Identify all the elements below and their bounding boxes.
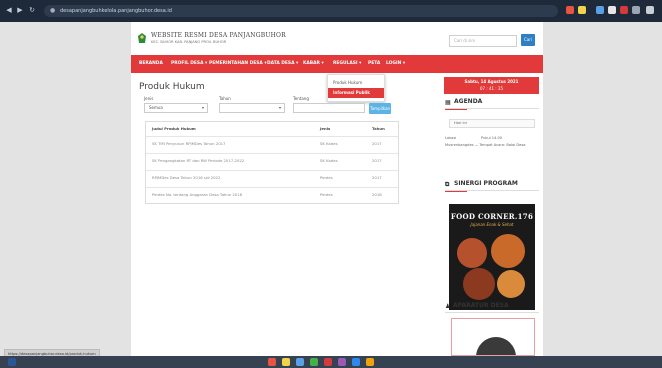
app-icon[interactable] xyxy=(268,358,276,366)
menu-icon[interactable] xyxy=(646,6,654,14)
extension-icon[interactable] xyxy=(620,6,628,14)
table-cell-judul[interactable]: SK TIM Penyusun RPJMDes Tahun 2017 xyxy=(152,137,225,151)
table-cell-tahun: 2017 xyxy=(372,175,382,180)
tahun-select[interactable]: ▾ xyxy=(219,103,285,113)
main-menu: BERANDA PROFIL DESA ▾ PEMERINTAHAN DESA … xyxy=(131,55,543,73)
heading-accent xyxy=(445,191,467,192)
app-icon[interactable] xyxy=(296,358,304,366)
column-header-jenis[interactable]: Jenis xyxy=(320,122,330,136)
agenda-time: Pukul 14.00 xyxy=(481,136,503,140)
browser-toolbar: ◀ ▶ ↻ ● desapanjangbuhkelola.panjangbuho… xyxy=(0,0,662,22)
sinergi-promo-banner[interactable]: FOOD CORNER.176 Jajanan Enak & Sehat xyxy=(449,204,535,310)
agenda-tab[interactable]: Hari ini xyxy=(449,119,535,128)
web-page: WEBSITE RESMI DESA PANJANGBUHOR KEC. BUH… xyxy=(131,22,543,356)
filter-tentang-label: Tentang xyxy=(293,96,309,101)
app-icon[interactable] xyxy=(366,358,374,366)
url-text: desapanjangbuhkelola.panjangbuhor.desa.i… xyxy=(60,8,172,14)
menu-item-login[interactable]: LOGIN ▾ xyxy=(386,55,405,73)
jenis-select-value: Semua xyxy=(149,105,163,110)
promo-title: FOOD CORNER.176 xyxy=(450,212,534,221)
lock-icon: ● xyxy=(50,7,56,14)
arrow-right-icon[interactable]: ▶ xyxy=(15,5,25,15)
aparatur-heading: APARATUR DESA xyxy=(453,302,509,309)
produk-hukum-table: Judul Produk Hukum Jenis Tahun SK TIM Pe… xyxy=(145,121,399,204)
app-icon[interactable] xyxy=(310,358,318,366)
filter-tahun-label: Tahun xyxy=(219,96,231,101)
dropdown-item-informasi-publik[interactable]: Informasi Publik xyxy=(328,88,384,98)
chevron-down-icon: ▾ xyxy=(201,105,204,110)
extension-icon[interactable] xyxy=(596,6,604,14)
app-icon[interactable] xyxy=(282,358,290,366)
table-cell-jenis: SK Kades xyxy=(320,158,338,163)
user-icon: ♟ xyxy=(445,303,451,310)
search-input[interactable]: Cari di sini xyxy=(449,35,517,47)
menu-item-regulasi[interactable]: REGULASI ▾ xyxy=(333,55,361,73)
site-subtitle: KEC. BUHOR KAB. PANJANG PROV. BUHOR xyxy=(151,40,227,44)
app-icon[interactable] xyxy=(324,358,332,366)
filter-jenis-label: Jenis xyxy=(144,96,154,101)
heading-accent xyxy=(445,109,467,110)
menu-item-kabar[interactable]: KABAR ▾ xyxy=(303,55,324,73)
profile-icon[interactable] xyxy=(632,6,640,14)
table-cell-tahun: 2017 xyxy=(372,141,382,146)
table-cell-judul[interactable]: SK Pengangkatan RT dan RW Periode 2017-2… xyxy=(152,154,244,168)
app-icon[interactable] xyxy=(338,358,346,366)
site-name[interactable]: WEBSITE RESMI DESA PANJANGBUHOR xyxy=(151,32,286,39)
agenda-tab-label: Hari ini xyxy=(454,121,467,125)
menu-item-pemerintahan-desa[interactable]: PEMERINTAHAN DESA ▾ xyxy=(209,55,267,73)
current-date: Sabtu, 14 Agustus 2021 xyxy=(464,79,519,84)
chevron-down-icon: ▾ xyxy=(278,105,281,110)
column-header-judul[interactable]: Judul Produk Hukum xyxy=(152,122,196,136)
table-cell-judul[interactable]: Perdes No. tentang Anggaran Desa Tahun 2… xyxy=(152,188,242,202)
dropdown-item-produk-hukum[interactable]: Produk Hukum xyxy=(328,78,384,88)
extension-icon[interactable] xyxy=(566,6,574,14)
column-header-tahun[interactable]: Tahun xyxy=(372,122,385,136)
app-icon[interactable] xyxy=(352,358,360,366)
food-image xyxy=(457,238,487,268)
agenda-location-label: Lokasi xyxy=(445,136,457,140)
table-cell-tahun: 2018 xyxy=(372,192,382,197)
divider xyxy=(445,312,539,313)
start-icon[interactable] xyxy=(8,358,16,366)
address-bar[interactable]: ● desapanjangbuhkelola.panjangbuhor.desa… xyxy=(44,5,558,17)
aparatur-card[interactable] xyxy=(451,318,535,356)
extension-icon[interactable] xyxy=(608,6,616,14)
menu-item-peta[interactable]: PETA xyxy=(368,55,380,73)
reload-icon[interactable]: ↻ xyxy=(27,5,37,15)
menu-item-beranda[interactable]: BERANDA xyxy=(139,55,163,73)
regulasi-dropdown: Produk Hukum Informasi Publik xyxy=(327,74,385,102)
agenda-event[interactable]: Musrenbangdes — Tempat Acara: Balai Desa xyxy=(445,143,525,147)
sinergi-heading: SINERGI PROGRAM xyxy=(454,180,518,187)
table-cell-jenis: SK Kades xyxy=(320,141,338,146)
village-logo-icon xyxy=(138,33,146,43)
menu-item-data-desa[interactable]: DATA DESA ▾ xyxy=(267,55,298,73)
arrow-left-icon[interactable]: ◀ xyxy=(4,5,14,15)
agenda-heading: AGENDA xyxy=(454,98,483,105)
tampilkan-button[interactable]: Tampilkan xyxy=(369,103,391,114)
calendar-icon: ▦ xyxy=(445,99,451,106)
current-time: 07 : 41 : 35 xyxy=(479,86,504,91)
menu-item-profil-desa[interactable]: PROFIL DESA ▾ xyxy=(171,55,207,73)
table-cell-jenis: Perdes xyxy=(320,175,333,180)
link-icon: ⧉ xyxy=(445,181,450,188)
table-cell-judul[interactable]: RPJMDes Desa Tahun 2016 s/d 2022 xyxy=(152,171,220,185)
tentang-input[interactable] xyxy=(293,103,365,113)
taskbar xyxy=(0,356,662,368)
table-cell-jenis: Perdes xyxy=(320,192,333,197)
food-image xyxy=(463,268,495,300)
extension-icon[interactable] xyxy=(578,6,586,14)
food-image xyxy=(491,234,525,268)
food-image xyxy=(497,270,525,298)
search-button[interactable]: Cari xyxy=(521,34,535,46)
page-title: Produk Hukum xyxy=(139,82,205,92)
jenis-select[interactable]: Semua ▾ xyxy=(144,103,208,113)
search-placeholder: Cari di sini xyxy=(454,38,476,43)
avatar xyxy=(476,337,516,355)
date-widget: Sabtu, 14 Agustus 2021 07 : 41 : 35 xyxy=(444,77,539,94)
table-cell-tahun: 2017 xyxy=(372,158,382,163)
promo-subtitle: Jajanan Enak & Sehat xyxy=(470,222,514,227)
